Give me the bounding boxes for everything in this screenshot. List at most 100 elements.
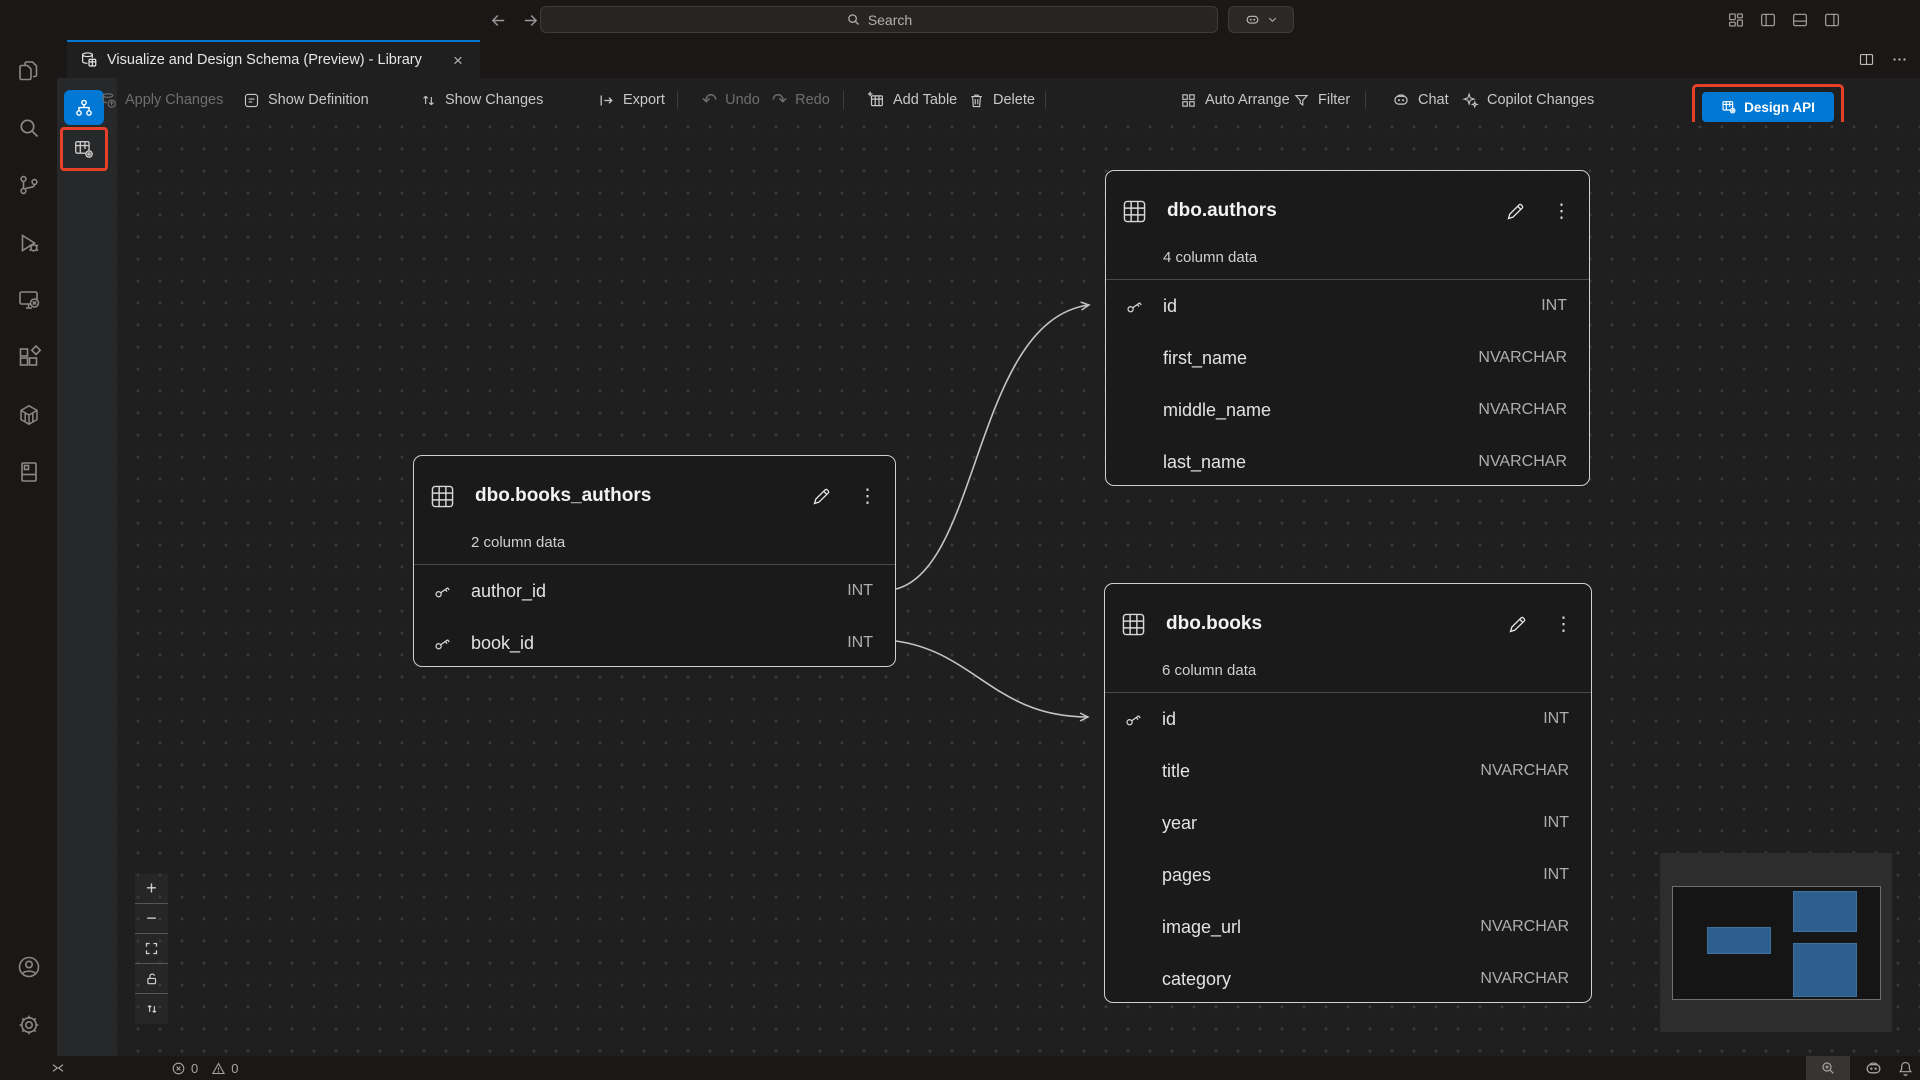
search-icon <box>846 12 861 27</box>
designer-view-strip <box>57 78 117 1056</box>
sidebar-item-run-debug[interactable] <box>16 230 42 256</box>
zoom-out-button[interactable]: − <box>135 904 168 934</box>
apply-changes-button[interactable]: Apply Changes <box>100 78 223 122</box>
minimap-node-authors <box>1793 891 1857 932</box>
nav-forward-button[interactable] <box>518 8 542 32</box>
tab-label: Visualize and Design Schema (Preview) - … <box>107 52 422 68</box>
primary-key-icon <box>414 582 471 601</box>
table-menu-button[interactable]: ⋮ <box>858 487 877 506</box>
sidebar-item-explorer[interactable] <box>16 58 42 84</box>
table-row[interactable]: category NVARCHAR <box>1105 953 1591 1005</box>
table-row[interactable]: last_name NVARCHAR <box>1106 436 1589 488</box>
table-row[interactable]: first_name NVARCHAR <box>1106 332 1589 384</box>
table-row[interactable]: year INT <box>1105 797 1591 849</box>
remote-indicator[interactable] <box>50 1060 66 1076</box>
pencil-icon <box>1507 614 1528 635</box>
canvas-zoom-controls: + − <box>135 874 168 1024</box>
minimap[interactable] <box>1660 853 1892 1032</box>
copilot-status-button[interactable] <box>1864 1059 1883 1078</box>
table-menu-button[interactable]: ⋮ <box>1552 202 1571 221</box>
column-name: image_url <box>1162 917 1241 938</box>
edit-table-button[interactable] <box>1507 614 1528 635</box>
show-changes-button[interactable]: Show Changes <box>420 78 543 122</box>
chat-label: Chat <box>1418 92 1449 108</box>
export-button[interactable]: Export <box>598 78 665 122</box>
column-type: NVARCHAR <box>1480 762 1569 780</box>
table-gear-icon <box>73 138 95 160</box>
table-row[interactable]: id INT <box>1106 280 1589 332</box>
column-type: INT <box>847 582 873 600</box>
filter-button[interactable]: Filter <box>1293 78 1350 122</box>
table-card-books[interactable]: dbo.books ⋮ 6 column data id INT title N… <box>1104 583 1592 1003</box>
table-menu-button[interactable]: ⋮ <box>1554 615 1573 634</box>
table-card-authors[interactable]: dbo.authors ⋮ 4 column data id INT first… <box>1105 170 1590 486</box>
auto-arrange-button[interactable]: Auto Arrange <box>1180 78 1290 122</box>
panel-right-icon <box>1823 11 1841 29</box>
fit-view-button[interactable] <box>135 934 168 964</box>
table-row[interactable]: title NVARCHAR <box>1105 745 1591 797</box>
table-card-books-authors[interactable]: dbo.books_authors ⋮ 2 column data author… <box>413 455 896 667</box>
show-definition-button[interactable]: Show Definition <box>243 78 369 122</box>
export-label: Export <box>623 92 665 108</box>
problems-indicator[interactable]: 0 0 <box>171 1061 238 1076</box>
reset-changes-button[interactable] <box>135 994 168 1024</box>
undo-label: Undo <box>725 92 760 108</box>
filter-icon <box>1293 92 1310 109</box>
column-type: NVARCHAR <box>1478 453 1567 471</box>
zoom-in-button[interactable]: + <box>135 874 168 904</box>
sidebar-item-source-control[interactable] <box>16 172 42 198</box>
edit-table-button[interactable] <box>1505 201 1526 222</box>
edit-table-button[interactable] <box>811 486 832 507</box>
column-name: pages <box>1162 865 1211 886</box>
table-row[interactable]: middle_name NVARCHAR <box>1106 384 1589 436</box>
copilot-icon <box>1244 11 1261 28</box>
table-icon <box>431 485 454 508</box>
gear-icon <box>17 1013 41 1037</box>
arrow-left-icon <box>490 12 507 29</box>
nav-back-button[interactable] <box>486 8 510 32</box>
copilot-menu-button[interactable] <box>1228 6 1294 33</box>
activity-bar <box>0 40 57 1056</box>
table-row[interactable]: image_url NVARCHAR <box>1105 901 1591 953</box>
column-name: middle_name <box>1163 400 1271 421</box>
sidebar-item-containers[interactable] <box>16 402 42 428</box>
zoom-status-button[interactable] <box>1806 1056 1850 1080</box>
sidebar-item-remote-explorer[interactable] <box>16 287 42 313</box>
settings-button[interactable] <box>16 1012 42 1038</box>
redo-button[interactable]: ↷ Redo <box>772 78 830 122</box>
tab-close-button[interactable]: × <box>448 50 468 70</box>
fk-line-author <box>896 305 1089 589</box>
panel-left-icon <box>1759 11 1777 29</box>
table-designer-view-button[interactable] <box>73 138 95 160</box>
design-api-button[interactable]: Design API <box>1702 92 1834 122</box>
table-row[interactable]: id INT <box>1105 693 1591 745</box>
sidebar-item-extensions[interactable] <box>16 344 42 370</box>
add-table-button[interactable]: Add Table <box>867 78 957 122</box>
schema-canvas[interactable]: dbo.books_authors ⋮ 2 column data author… <box>117 122 1920 1056</box>
toggle-primary-sidebar-button[interactable] <box>1759 11 1777 29</box>
command-center-search[interactable]: Search <box>540 6 1218 33</box>
customize-layout-button[interactable] <box>1727 11 1745 29</box>
table-row[interactable]: pages INT <box>1105 849 1591 901</box>
undo-button[interactable]: ↶ Undo <box>702 78 760 122</box>
tab-visualize-design-schema[interactable]: Visualize and Design Schema (Preview) - … <box>67 40 480 78</box>
toggle-panel-button[interactable] <box>1791 11 1809 29</box>
copilot-chat-icon <box>1392 91 1410 109</box>
table-row[interactable]: book_id INT <box>414 617 895 669</box>
toggle-secondary-sidebar-button[interactable] <box>1823 11 1841 29</box>
sidebar-item-database-projects[interactable] <box>16 459 42 485</box>
notifications-button[interactable] <box>1897 1060 1914 1077</box>
unlock-icon <box>145 972 159 986</box>
column-type: INT <box>1543 814 1569 832</box>
lock-button[interactable] <box>135 964 168 994</box>
delete-button[interactable]: Delete <box>968 78 1035 122</box>
copilot-changes-button[interactable]: Copilot Changes <box>1462 78 1594 122</box>
split-editor-icon[interactable] <box>1858 51 1875 68</box>
table-title: dbo.books_authors <box>475 485 651 507</box>
redo-icon: ↷ <box>772 90 787 111</box>
table-row[interactable]: author_id INT <box>414 565 895 617</box>
more-actions-icon[interactable] <box>1891 51 1908 68</box>
sidebar-item-search[interactable] <box>16 115 42 141</box>
chat-button[interactable]: Chat <box>1392 78 1449 122</box>
account-button[interactable] <box>16 954 42 980</box>
